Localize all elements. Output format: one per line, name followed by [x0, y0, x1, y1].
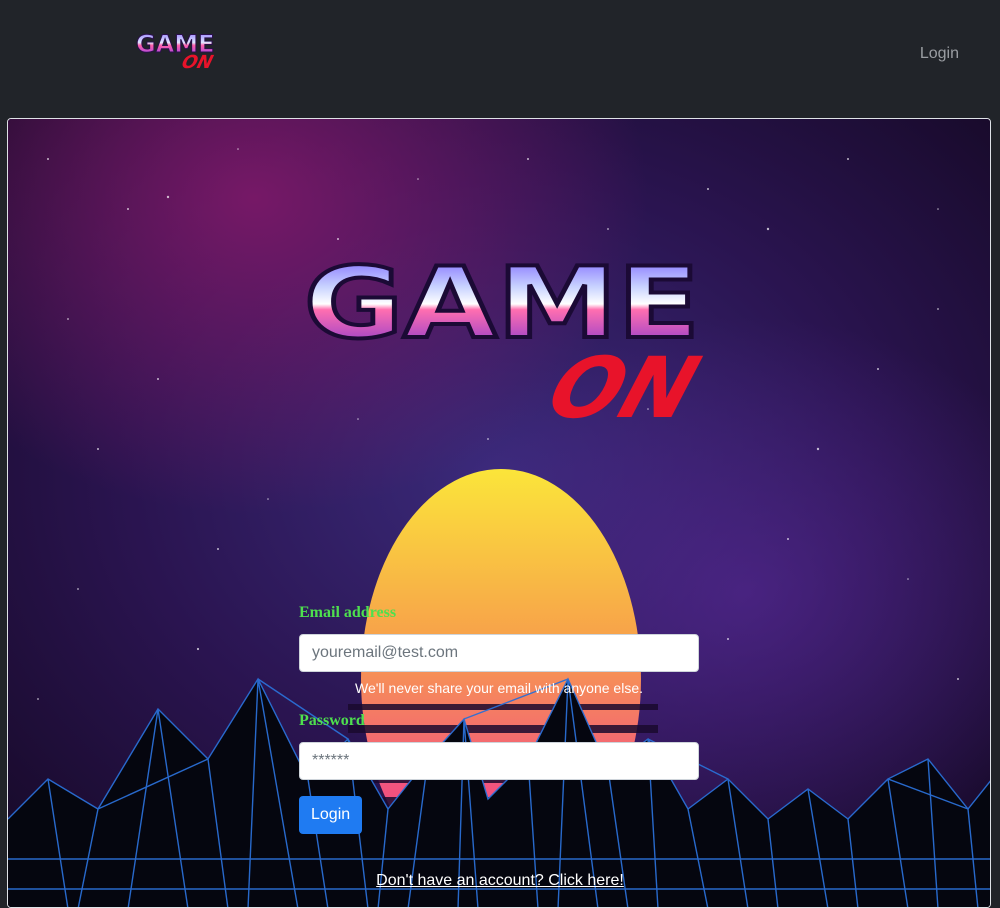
- password-input[interactable]: [299, 742, 699, 780]
- login-submit-button[interactable]: Login: [299, 796, 363, 834]
- signup-prompt: Don't have an account? Click here!: [8, 872, 990, 890]
- password-label: Password: [299, 712, 365, 729]
- email-label: Email address: [299, 604, 397, 621]
- signup-link[interactable]: Don't have an account? Click here!: [376, 872, 624, 889]
- email-help-text: We'll never share your email with anyone…: [355, 680, 643, 696]
- nav-brand-logo[interactable]: GAME ON: [134, 26, 230, 74]
- login-card: GAME ON Email address We'll never share …: [7, 118, 991, 908]
- svg-text:ON: ON: [179, 52, 215, 73]
- game-on-hero-logo: GAME ON: [302, 249, 710, 437]
- svg-text:ON: ON: [537, 340, 710, 437]
- email-input[interactable]: [299, 634, 699, 672]
- navbar: GAME ON Login: [0, 0, 1000, 110]
- login-form: Email address We'll never share your ema…: [299, 604, 699, 834]
- nav-login-link[interactable]: Login: [920, 45, 959, 63]
